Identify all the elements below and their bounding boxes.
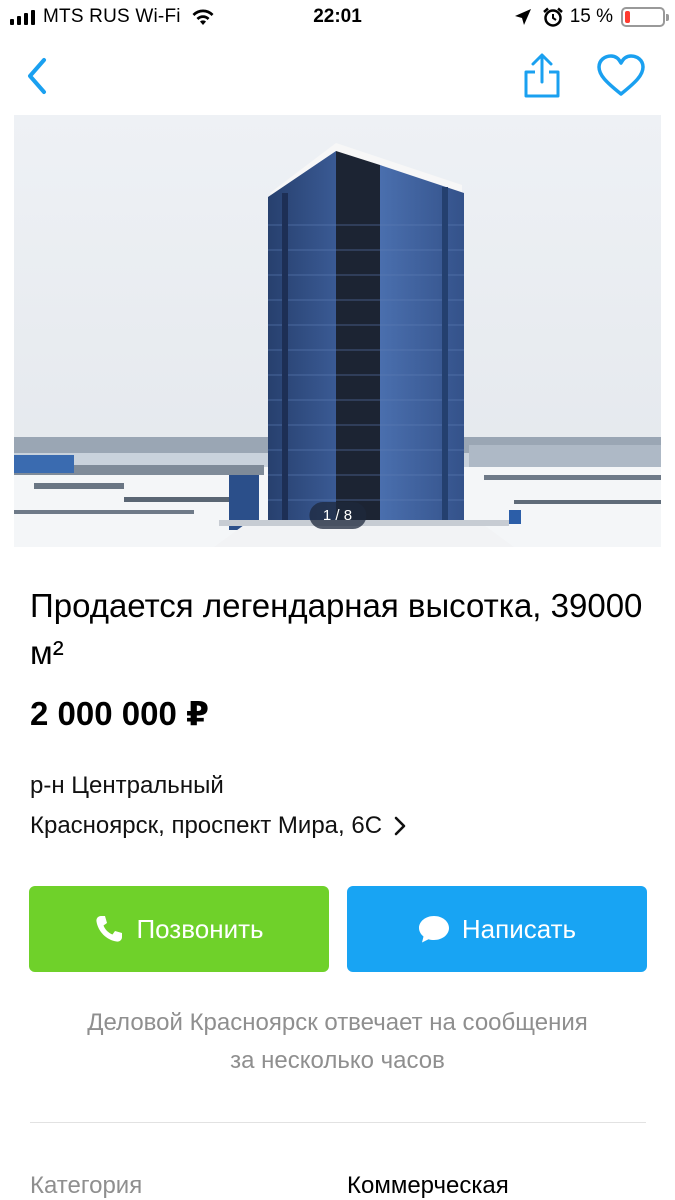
divider <box>30 1122 646 1123</box>
call-button[interactable]: Позвонить <box>29 886 329 972</box>
seller-reply-note: Деловой Красноярск отвечает на сообщения… <box>0 1004 675 1080</box>
alarm-icon <box>542 7 563 27</box>
call-button-label: Позвонить <box>136 913 264 944</box>
chat-bubble-icon <box>418 914 450 944</box>
param-value-category: Коммерческая <box>347 1172 509 1199</box>
listing-title: Продается легендарная высотка, 39000 м² <box>30 587 643 671</box>
listing-address-link[interactable]: Красноярск, проспект Мира, 6С <box>30 812 406 840</box>
listing-district: р-н Центральный <box>30 772 224 799</box>
param-label-category: Категория <box>30 1172 143 1199</box>
battery-level-fill <box>625 11 630 23</box>
write-button-label: Написать <box>461 913 577 944</box>
listing-price: 2 000 000 ₽ <box>30 695 209 732</box>
photo-counter: 1 / 8 <box>308 502 367 529</box>
heart-icon[interactable] <box>596 54 646 98</box>
status-bar: MTS RUS Wi-Fi 22:01 15 % <box>0 0 675 40</box>
location-arrow-icon <box>514 9 531 25</box>
battery-icon <box>621 7 669 27</box>
listing-photo[interactable]: 1 / 8 <box>14 115 661 547</box>
status-right: 15 % <box>514 6 669 28</box>
seller-reply-note-line2: за несколько часов <box>230 1047 445 1074</box>
seller-reply-note-line1: Деловой Красноярск отвечает на сообщения <box>87 1009 588 1036</box>
battery-percent: 15 % <box>569 6 613 27</box>
write-button[interactable]: Написать <box>347 886 647 972</box>
building-photo-image <box>14 115 661 547</box>
back-icon[interactable] <box>22 54 52 98</box>
share-icon[interactable] <box>520 52 564 100</box>
nav-bar <box>0 40 675 112</box>
phone-icon <box>94 914 124 944</box>
listing-address: Красноярск, проспект Мира, 6С <box>30 812 383 839</box>
chevron-right-icon <box>394 816 406 836</box>
